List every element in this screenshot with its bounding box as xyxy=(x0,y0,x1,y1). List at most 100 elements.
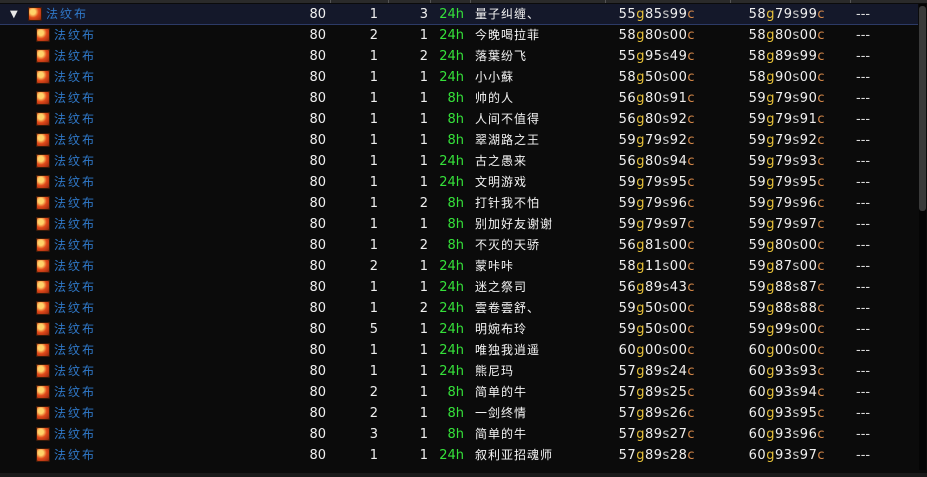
bid-gold: 57 xyxy=(618,448,637,463)
gold-symbol: g xyxy=(766,91,775,106)
silver-symbol: s xyxy=(792,385,800,400)
silver-symbol: s xyxy=(792,280,800,295)
item-name[interactable]: 法纹布 xyxy=(54,151,96,172)
item-name[interactable]: 法纹布 xyxy=(54,67,96,88)
auction-row[interactable]: 法纹布 80 1 1 24h 唯独我逍遥 60g00s00c 60g00s00c --- xyxy=(0,340,918,361)
stack-size: 1 xyxy=(419,91,428,106)
buyout-gold: 60 xyxy=(748,343,767,358)
item-name[interactable]: 法纹布 xyxy=(54,130,96,151)
gold-symbol: g xyxy=(636,406,645,421)
seller-name: 不灭的天骄 xyxy=(475,238,541,252)
item-name[interactable]: 法纹布 xyxy=(54,277,96,298)
item-name[interactable]: 法纹布 xyxy=(54,361,96,382)
time-left: 24h xyxy=(439,175,464,190)
item-name[interactable]: 法纹布 xyxy=(54,25,96,46)
auction-row[interactable]: 法纹布 80 1 1 24h 文明游戏 59g79s95c 59g79s95c --- xyxy=(0,172,918,193)
bid-price: 57g89s25c xyxy=(560,382,695,403)
auction-row[interactable]: 法纹布 80 1 1 24h 古之愚来 56g80s94c 59g79s93c --- xyxy=(0,151,918,172)
auction-row[interactable]: 法纹布 80 1 1 24h 迷之祭司 56g89s43c 59g88s87c --- xyxy=(0,277,918,298)
item-name[interactable]: 法纹布 xyxy=(54,340,96,361)
copper-symbol: c xyxy=(817,448,825,463)
item-name[interactable]: 法纹布 xyxy=(54,193,96,214)
item-name[interactable]: 法纹布 xyxy=(54,46,96,67)
auction-row[interactable]: 法纹布 80 2 1 8h 一剑终情 57g89s26c 60g93s95c --- xyxy=(0,403,918,424)
auction-row[interactable]: 法纹布 80 1 2 24h 落葉纷飞 55g95s49c 58g89s99c --- xyxy=(0,46,918,67)
gold-symbol: g xyxy=(636,259,645,274)
item-name[interactable]: 法纹布 xyxy=(54,445,96,466)
stack-size: 2 xyxy=(419,301,428,316)
auction-row[interactable]: 法纹布 80 2 1 24h 今晚喝拉菲 58g80s00c 58g80s00c --- xyxy=(0,25,918,46)
item-name[interactable]: 法纹布 xyxy=(54,298,96,319)
silver-symbol: s xyxy=(792,70,800,85)
bid-price: 57g89s24c xyxy=(560,361,695,382)
bid-copper: 00 xyxy=(669,301,688,316)
auction-row[interactable]: 法纹布 80 1 1 8h 人间不值得 56g80s92c 59g79s91c --- xyxy=(0,109,918,130)
item-name[interactable]: 法纹布 xyxy=(54,214,96,235)
auction-row[interactable]: 法纹布 80 1 1 8h 帅的人 56g80s91c 59g79s90c --- xyxy=(0,88,918,109)
seller-name: 叙利亚招魂师 xyxy=(475,448,554,462)
auction-row[interactable]: 法纹布 80 2 1 8h 简单的牛 57g89s25c 60g93s94c --- xyxy=(0,382,918,403)
silver-symbol: s xyxy=(662,112,670,127)
column-separator xyxy=(850,0,851,3)
buyout-gold: 59 xyxy=(748,91,767,106)
buyout-price: 59g79s92c xyxy=(690,130,825,151)
auction-row[interactable]: 法纹布 80 1 1 8h 翠湖路之王 59g79s92c 59g79s92c --- xyxy=(0,130,918,151)
seller-name: 明婉布玲 xyxy=(475,322,528,336)
item-name[interactable]: 法纹布 xyxy=(54,424,96,445)
silver-symbol: s xyxy=(662,49,670,64)
auction-row[interactable]: 法纹布 80 1 1 8h 别加好友谢谢 59g79s97c 59g79s97c --- xyxy=(0,214,918,235)
cloth-bolt-icon xyxy=(28,7,42,21)
item-name[interactable]: 法纹布 xyxy=(54,256,96,277)
auction-row[interactable]: 法纹布 80 1 2 8h 不灭的天骄 56g81s00c 59g80s00c --- xyxy=(0,235,918,256)
cloth-bolt-icon xyxy=(36,49,50,63)
auction-count: 1 xyxy=(369,133,378,148)
buyout-copper: 99 xyxy=(799,49,818,64)
stack-size: 1 xyxy=(419,385,428,400)
auction-row[interactable]: 法纹布 80 1 1 24h 熊尼玛 57g89s24c 60g93s93c --- xyxy=(0,361,918,382)
copper-symbol: c xyxy=(817,91,825,106)
time-left: 24h xyxy=(439,322,464,337)
item-name[interactable]: 法纹布 xyxy=(54,235,96,256)
silver-symbol: s xyxy=(662,238,670,253)
silver-symbol: s xyxy=(792,427,800,442)
bid-silver: 79 xyxy=(644,175,663,190)
gold-symbol: g xyxy=(636,301,645,316)
seller-name: 翠湖路之王 xyxy=(475,133,541,147)
buyout-gold: 59 xyxy=(748,112,767,127)
item-name[interactable]: 法纹布 xyxy=(46,4,88,25)
buyout-price: 58g90s00c xyxy=(690,67,825,88)
auction-row[interactable]: 法纹布 80 3 1 8h 简单的牛 57g89s27c 60g93s96c --- xyxy=(0,424,918,445)
bid-silver: 00 xyxy=(644,343,663,358)
buyout-copper: 00 xyxy=(799,322,818,337)
silver-symbol: s xyxy=(792,196,800,211)
bid-copper: 99 xyxy=(669,7,688,22)
percent-value: --- xyxy=(856,91,871,106)
item-name[interactable]: 法纹布 xyxy=(54,403,96,424)
auction-group-row[interactable]: ▼ 法纹布 80 1 3 24h 量子纠缠、 55g85s99c 58g79s9… xyxy=(0,4,918,25)
bid-copper: 25 xyxy=(669,385,688,400)
copper-symbol: c xyxy=(817,259,825,274)
cloth-bolt-icon xyxy=(36,238,50,252)
item-name[interactable]: 法纹布 xyxy=(54,382,96,403)
auction-row[interactable]: 法纹布 80 5 1 24h 明婉布玲 59g50s00c 59g99s00c --- xyxy=(0,319,918,340)
gold-symbol: g xyxy=(766,343,775,358)
bid-silver: 95 xyxy=(644,49,663,64)
buyout-silver: 90 xyxy=(774,70,793,85)
buyout-silver: 93 xyxy=(774,448,793,463)
scrollbar-thumb[interactable] xyxy=(919,6,926,211)
auction-row[interactable]: 法纹布 80 1 2 8h 打针我不怕 59g79s96c 59g79s96c --- xyxy=(0,193,918,214)
stack-size: 1 xyxy=(419,28,428,43)
auction-row[interactable]: 法纹布 80 1 2 24h 雲卷雲舒、 59g50s00c 59g88s88c --- xyxy=(0,298,918,319)
item-name[interactable]: 法纹布 xyxy=(54,88,96,109)
item-name[interactable]: 法纹布 xyxy=(54,172,96,193)
collapse-triangle-icon[interactable]: ▼ xyxy=(10,4,22,25)
buyout-silver: 79 xyxy=(774,7,793,22)
auction-row[interactable]: 法纹布 80 1 1 24h 叙利亚招魂师 57g89s28c 60g93s97c --- xyxy=(0,445,918,466)
auction-row[interactable]: 法纹布 80 2 1 24h 蒙咔咔 58g11s00c 59g87s00c --- xyxy=(0,256,918,277)
item-name[interactable]: 法纹布 xyxy=(54,109,96,130)
percent-value: --- xyxy=(856,112,871,127)
gold-symbol: g xyxy=(636,49,645,64)
item-name[interactable]: 法纹布 xyxy=(54,319,96,340)
auction-row[interactable]: 法纹布 80 1 1 24h 小小蘇 58g50s00c 58g90s00c --- xyxy=(0,67,918,88)
seller-name: 量子纠缠、 xyxy=(475,7,541,21)
